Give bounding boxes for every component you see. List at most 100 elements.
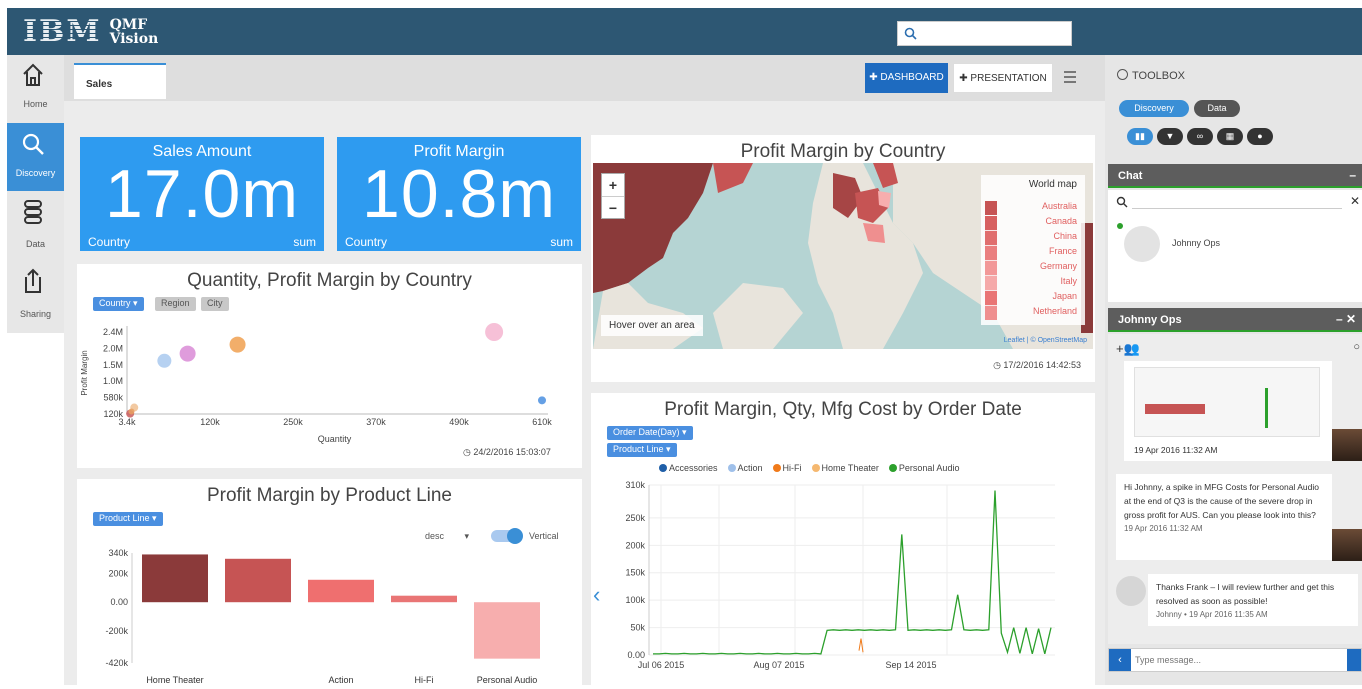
y-tick-label: 310k: [625, 480, 645, 490]
chart-thumbnail[interactable]: [1134, 367, 1320, 437]
scatter-panel[interactable]: Quantity, Profit Margin by Country Count…: [77, 264, 582, 468]
x-tick-label: 3.4k: [118, 417, 136, 427]
y-tick-label: 100k: [625, 595, 645, 605]
legend-swatch: [985, 276, 997, 290]
city-chip[interactable]: City: [201, 297, 229, 311]
order-date-chip[interactable]: Order Date(Day) ▾: [607, 426, 693, 440]
scatter-point: [538, 396, 546, 405]
y-tick-label: 1.0M: [103, 376, 123, 386]
app-logo: IBM QMF Vision: [23, 14, 158, 49]
gear-icon: [1117, 69, 1128, 80]
minimize-icon[interactable]: –: [1349, 168, 1356, 182]
vertical-label: Vertical: [529, 531, 559, 541]
conversation-body: +👥 ○ 19 Apr 2016 11:32 AM Hi Johnny, a s…: [1108, 334, 1362, 644]
order-date-title: Profit Margin, Qty, Mfg Cost by Order Da…: [664, 399, 1022, 420]
search-icon[interactable]: [1116, 196, 1130, 210]
vertical-toggle[interactable]: [491, 528, 523, 544]
x-tick-label: 370k: [366, 417, 386, 427]
legend-swatch: [985, 216, 997, 230]
y-tick-label: 200k: [625, 540, 645, 550]
legend-swatch: [985, 261, 997, 275]
line-legend: Accessories Action Hi-Fi Home Theater Person…: [659, 463, 969, 473]
series-line-personal-audio: [653, 490, 1052, 655]
zoom-out-button[interactable]: −: [602, 197, 624, 219]
tab-discovery[interactable]: Discovery: [1119, 100, 1189, 117]
chat-header[interactable]: Chat –: [1108, 164, 1362, 188]
search-icon[interactable]: ○: [1353, 341, 1360, 353]
minimize-close-icon[interactable]: – ✕: [1336, 312, 1356, 326]
filter-icon[interactable]: ▼: [1157, 128, 1183, 145]
scatter-title: Quantity, Profit Margin by Country: [187, 270, 472, 291]
kpi-profit-margin[interactable]: Profit Margin 10.8m Country sum: [337, 137, 581, 251]
sort-select[interactable]: desc ▾: [425, 531, 469, 542]
scatter-point: [157, 353, 172, 368]
order-date-line-chart[interactable]: 0.00 50k 100k 150k 200k 250k 310k Jul 06 2015 Au…: [615, 479, 1085, 689]
message-bubble: Thanks Frank – I will review further and…: [1148, 574, 1358, 626]
scatter-point: [229, 336, 246, 353]
bar: [474, 602, 540, 659]
legend-item[interactable]: Hi-Fi: [772, 463, 802, 473]
chat-user-name[interactable]: Johnny Ops: [1172, 238, 1220, 248]
online-status-icon: [1117, 223, 1123, 229]
category-label: Home Theater: [146, 675, 203, 685]
message-input-bar: ‹: [1108, 648, 1362, 672]
toolbox-header: TOOLBOX: [1117, 69, 1185, 82]
map-hover-info: Hover over an area: [601, 315, 703, 336]
menu-icon[interactable]: [1064, 71, 1076, 86]
ibm-logo: IBM: [23, 14, 102, 49]
legend-item[interactable]: Personal Audio: [888, 463, 959, 473]
zoom-in-button[interactable]: +: [602, 174, 624, 197]
nav-data[interactable]: Data: [7, 193, 64, 261]
tab-strip: Sales ✚ DASHBOARD ✚ PRESENTATION: [64, 55, 1105, 101]
map-panel[interactable]: Profit Margin by Country + − World map A…: [591, 135, 1095, 382]
y-tick-label: 340k: [108, 548, 128, 558]
toolbox-panel: TOOLBOX Discovery Data ▮▮ ▼ ∞ ▦ ● Chat – …: [1105, 55, 1362, 685]
avatar: [1332, 429, 1362, 461]
legend-item[interactable]: Accessories: [659, 463, 718, 473]
conversation-header[interactable]: Johnny Ops – ✕: [1108, 308, 1362, 332]
y-axis-label: Profit Margin: [80, 350, 89, 395]
order-date-panel[interactable]: Profit Margin, Qty, Mfg Cost by Order Da…: [591, 393, 1095, 685]
nav-discovery[interactable]: Discovery: [7, 123, 64, 191]
tab-sales[interactable]: Sales: [74, 63, 166, 99]
legend-item[interactable]: Action: [727, 463, 763, 473]
link-icon[interactable]: ∞: [1187, 128, 1213, 145]
presentation-button[interactable]: ✚ PRESENTATION: [953, 63, 1053, 93]
country-chip[interactable]: Country ▾: [93, 297, 144, 311]
product-line-chip-2[interactable]: Product Line ▾: [607, 443, 677, 457]
search-input[interactable]: [897, 21, 1072, 46]
message-bubble: Hi Johnny, a spike in MFG Costs for Pers…: [1116, 474, 1332, 560]
chart-icon[interactable]: ▮▮: [1127, 128, 1153, 145]
scatter-timestamp: ◷ 24/2/2016 15:03:07: [463, 447, 551, 457]
settings-icon[interactable]: ●: [1247, 128, 1273, 145]
chevron-left-icon[interactable]: ‹: [1109, 649, 1131, 671]
tab-data[interactable]: Data: [1194, 100, 1240, 117]
nav-sharing[interactable]: Sharing: [7, 261, 64, 329]
y-tick-label: 0.00: [627, 650, 645, 660]
region-chip[interactable]: Region: [155, 297, 196, 311]
nav-home[interactable]: Home: [7, 55, 64, 123]
legend-label: Japan: [1052, 291, 1077, 301]
avatar: [1332, 529, 1362, 561]
product-line-chip[interactable]: Product Line ▾: [93, 512, 163, 526]
product-line-panel[interactable]: Profit Margin by Product Line Product Li…: [77, 479, 582, 685]
legend-label: France: [1048, 246, 1077, 256]
product-line-bar-chart[interactable]: 340k 200k 0.00 -200k -420k Home Theater Action…: [77, 545, 582, 685]
kpi-sales-amount[interactable]: Sales Amount 17.0m Country sum: [80, 137, 324, 251]
map-attribution[interactable]: Leaflet | © OpenStreetMap: [1004, 337, 1087, 344]
close-icon[interactable]: ✕: [1350, 194, 1360, 208]
y-tick-label: 200k: [108, 568, 128, 578]
add-user-icon[interactable]: +👥: [1116, 341, 1140, 357]
chevron-down-icon: ▾: [464, 531, 470, 541]
message-input[interactable]: [1135, 652, 1335, 668]
search-icon: [22, 133, 44, 155]
y-tick-label: -200k: [105, 626, 128, 636]
send-icon[interactable]: [1347, 649, 1361, 671]
chevron-left-icon[interactable]: ‹: [593, 582, 600, 608]
dashboard-button[interactable]: ✚ DASHBOARD: [865, 63, 948, 93]
legend-item[interactable]: Home Theater: [811, 463, 879, 473]
product-name: QMF Vision: [109, 16, 159, 47]
database-icon: [24, 200, 42, 224]
grid-icon[interactable]: ▦: [1217, 128, 1243, 145]
scatter-chart[interactable]: 120k580k1.0M1.5M2.0M2.4M3.4k 120k 250k 370k…: [77, 312, 582, 462]
